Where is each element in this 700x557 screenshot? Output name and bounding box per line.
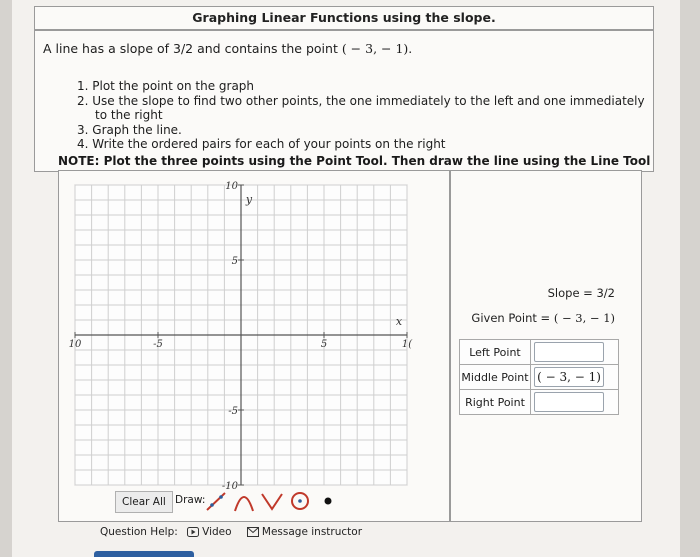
draw-toolbar: Clear All Draw:: [71, 489, 391, 515]
question-help: Question Help: Video Message instructor: [100, 526, 374, 538]
x-tick-label: 5: [321, 339, 327, 350]
parabola-tool-icon[interactable]: [231, 489, 257, 513]
right-point-input[interactable]: [534, 392, 604, 412]
message-instructor-link[interactable]: Message instructor: [246, 526, 368, 538]
problem-box: A line has a slope of 3/2 and contains t…: [34, 30, 654, 172]
draw-label: Draw:: [175, 494, 206, 506]
step-item: 2. Use the slope to find two other point…: [77, 93, 645, 123]
x-axis-label: x: [396, 315, 403, 328]
table-row: Right Point: [459, 389, 619, 415]
circle-tool-icon[interactable]: [287, 489, 313, 513]
right-point-label: Right Point: [459, 389, 531, 415]
table-row: Middle Point ( − 3, − 1): [459, 364, 619, 390]
envelope-icon: [246, 527, 259, 537]
question-help-label: Question Help:: [100, 526, 178, 538]
points-table: Left Point Middle Point ( − 3, − 1) Righ…: [459, 339, 619, 415]
page: Graphing Linear Functions using the slop…: [12, 0, 680, 557]
middle-point-input[interactable]: ( − 3, − 1): [534, 367, 604, 387]
step-item: 1. Plot the point on the graph: [77, 79, 255, 93]
problem-point: ( − 3, − 1).: [341, 41, 413, 56]
y-axis-label: y: [245, 193, 253, 206]
given-point: Given Point = ( − 3, − 1): [471, 311, 615, 325]
video-icon: [187, 527, 200, 537]
given-point-label: Given Point =: [471, 311, 551, 325]
problem-statement-text: A line has a slope of 3/2 and contains t…: [43, 41, 338, 56]
step-item: 3. Graph the line.: [77, 122, 182, 137]
submit-button-edge[interactable]: [94, 551, 194, 557]
middle-point-label: Middle Point: [459, 364, 531, 390]
step-list: 1. Plot the point on the graph 2. Use th…: [77, 79, 647, 152]
note-text: NOTE: Plot the three points using the Po…: [58, 154, 651, 168]
coordinate-grid[interactable]: 10 -5 5 1(105-5-10xy: [59, 171, 449, 521]
slope-text: Slope = 3/2: [547, 286, 615, 300]
given-point-value: ( − 3, − 1): [553, 311, 615, 325]
step-item: 4. Write the ordered pairs for each of y…: [77, 137, 446, 151]
video-link-label: Video: [202, 526, 232, 538]
left-point-label: Left Point: [459, 339, 531, 365]
x-tick-label: 1(: [402, 339, 413, 350]
y-tick-label: -5: [228, 406, 238, 417]
graph-panel[interactable]: 10 -5 5 1(10 5 -5 -10 x y Clear All Draw:: [58, 170, 450, 522]
y-tick-label: 10: [225, 181, 238, 192]
point-tool-icon[interactable]: [315, 489, 341, 513]
problem-statement: A line has a slope of 3/2 and contains t…: [43, 41, 412, 56]
x-tick-label: 10: [69, 339, 82, 350]
answer-panel: Slope = 3/2 Given Point = ( − 3, − 1) Le…: [450, 170, 642, 522]
y-tick-label: 5: [232, 256, 238, 267]
video-link[interactable]: Video: [187, 526, 237, 538]
left-point-input[interactable]: [534, 342, 604, 362]
x-tick-label: -5: [153, 339, 163, 350]
absolute-value-tool-icon[interactable]: [259, 489, 285, 513]
table-row: Left Point: [459, 339, 619, 365]
page-title: Graphing Linear Functions using the slop…: [34, 6, 654, 30]
clear-all-button[interactable]: Clear All: [115, 491, 173, 513]
message-instructor-label: Message instructor: [261, 526, 363, 538]
line-tool-icon[interactable]: [203, 489, 229, 513]
